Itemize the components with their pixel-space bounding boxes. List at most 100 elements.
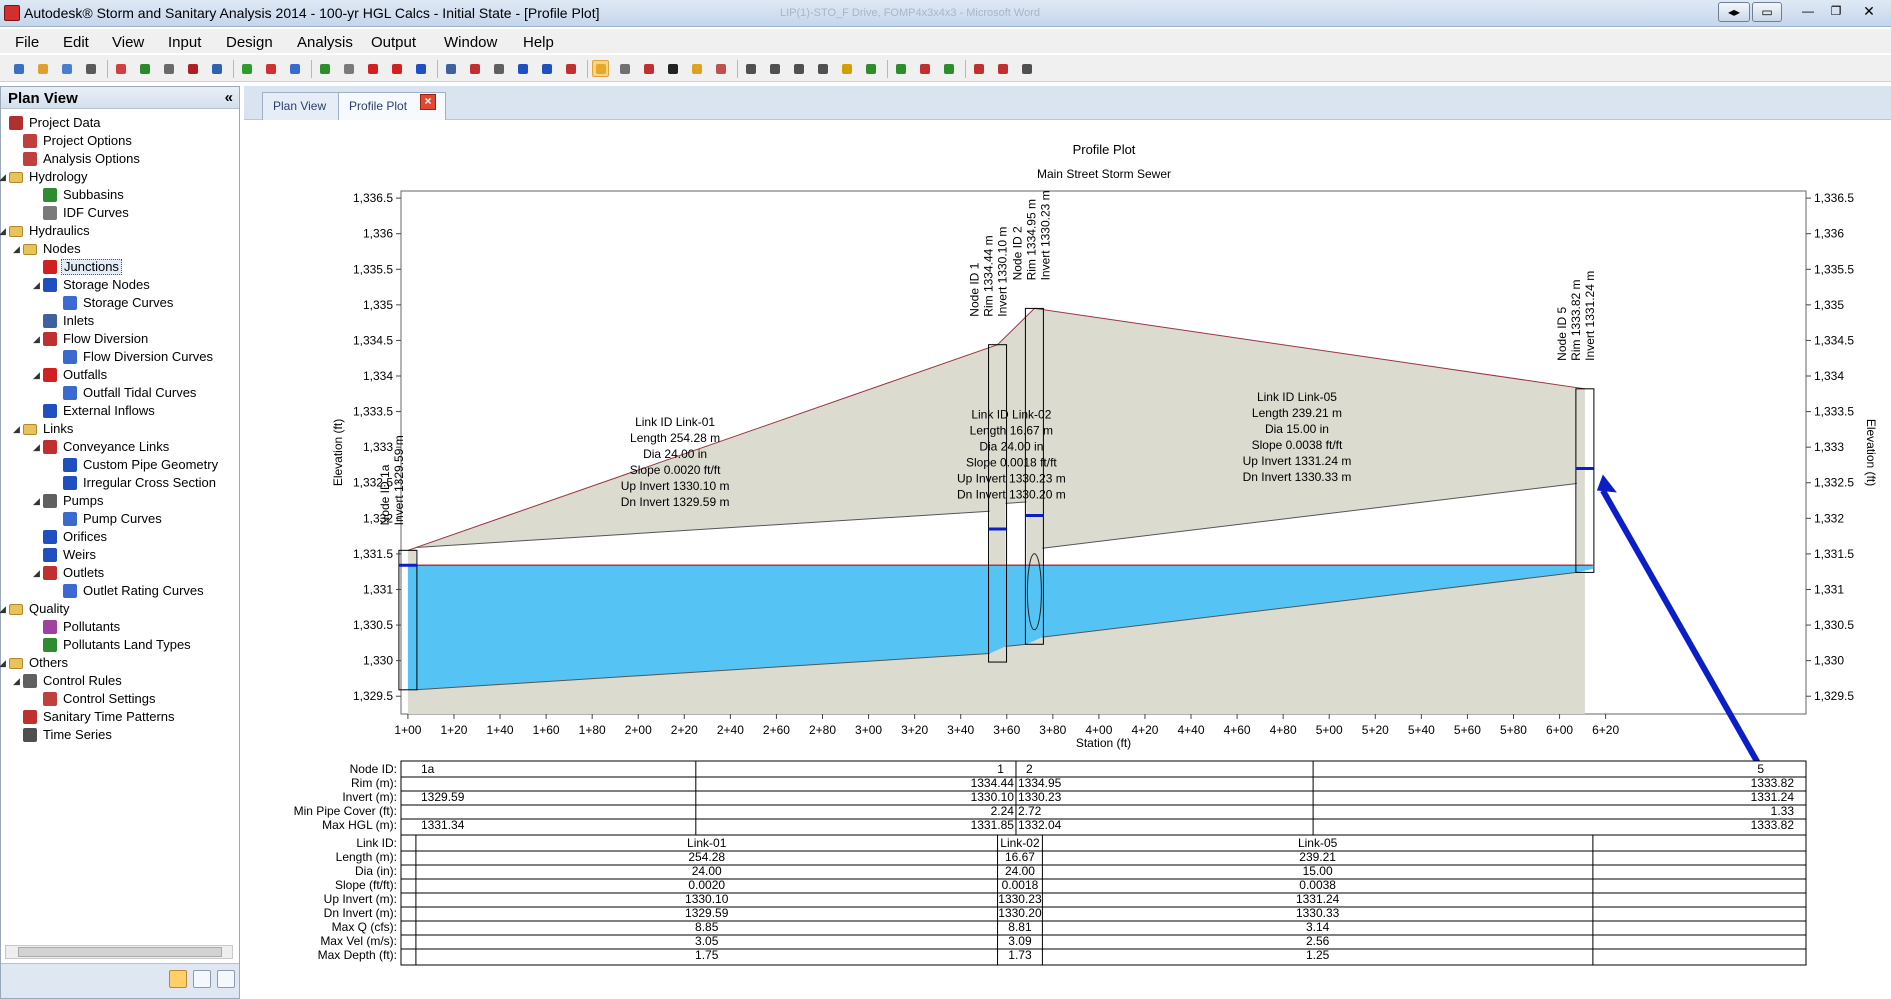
weir-icon[interactable] [538,60,555,77]
menu-window[interactable]: Window [444,34,497,51]
tree-item-inlets[interactable]: Inlets [1,313,237,329]
expand-toggle-icon[interactable]: ◢ [33,367,40,383]
expand-toggle-icon[interactable]: ◢ [13,241,20,257]
tree-item-analysis-options[interactable]: Analysis Options [1,151,237,167]
tree-item-hydraulics[interactable]: ◢ Hydraulics [0,223,237,239]
expand-toggle-icon[interactable]: ◢ [0,223,6,239]
horizontal-scrollbar[interactable] [5,945,233,959]
tree-item-links[interactable]: ◢ Links [1,421,237,437]
expand-toggle-icon[interactable]: ◢ [13,421,20,437]
expand-toggle-icon[interactable]: ◢ [0,601,6,617]
tree-item-external-inflows[interactable]: External Inflows [1,403,237,419]
pan-hand-icon[interactable] [814,60,831,77]
excel-icon[interactable] [940,60,957,77]
pencil-icon[interactable] [688,60,705,77]
expand-toggle-icon[interactable]: ◢ [0,169,6,185]
tree-item-time-series[interactable]: Time Series [1,727,237,743]
profile-icon[interactable] [994,60,1011,77]
tree-item-hydrology[interactable]: ◢ Hydrology [0,169,237,185]
expand-toggle-icon[interactable]: ◢ [33,331,40,347]
play-icon[interactable] [862,60,879,77]
outlet-icon[interactable] [562,60,579,77]
pipe-icon[interactable] [466,60,483,77]
find-icon[interactable] [208,60,225,77]
calculator-icon[interactable] [112,60,129,77]
pump-icon[interactable] [490,60,507,77]
orifice-icon[interactable] [514,60,531,77]
print-icon[interactable] [82,60,99,77]
tree-item-junctions[interactable]: Junctions [1,259,237,275]
polygon-icon[interactable] [640,60,657,77]
idf-icon[interactable] [340,60,357,77]
tree-item-pollutants-land-types[interactable]: Pollutants Land Types [1,637,237,653]
pdf-icon[interactable] [970,60,987,77]
expand-toggle-icon[interactable]: ◢ [13,673,20,689]
tree-item-irregular-cross-section[interactable]: Irregular Cross Section [1,475,237,491]
tree-item-outfall-tidal-curves[interactable]: Outfall Tidal Curves [1,385,237,401]
tree-item-nodes[interactable]: ◢ Nodes [1,241,237,257]
tree-item-custom-pipe-geometry[interactable]: Custom Pipe Geometry [1,457,237,473]
copy-icon[interactable] [160,60,177,77]
tools-icon[interactable] [616,60,633,77]
tree-item-project-options[interactable]: Project Options [1,133,237,149]
help-icon[interactable] [286,60,303,77]
menu-input[interactable]: Input [168,34,201,51]
tree-item-pollutants[interactable]: Pollutants [1,619,237,635]
tree-item-sanitary-time-patterns[interactable]: Sanitary Time Patterns [1,709,237,725]
tree-item-subbasins[interactable]: Subbasins [1,187,237,203]
options-icon[interactable] [1018,60,1035,77]
restore-arrows-icon[interactable]: ◂▸ [1718,2,1750,22]
zoom-window-icon[interactable] [790,60,807,77]
menu-edit[interactable]: Edit [63,34,89,51]
tree-item-project-data[interactable]: Project Data [1,115,237,131]
tree-item-outlet-rating-curves[interactable]: Outlet Rating Curves [1,583,237,599]
minimize-button[interactable]: — [1796,2,1820,22]
expand-toggle-icon[interactable]: ◢ [33,565,40,581]
subbasin-icon[interactable] [316,60,333,77]
expand-toggle-icon[interactable]: ◢ [0,655,6,671]
new-icon[interactable] [10,60,27,77]
delete-icon[interactable] [184,60,201,77]
tree-item-orifices[interactable]: Orifices [1,529,237,545]
text-icon[interactable] [664,60,681,77]
collapse-panel-button[interactable]: « [225,89,233,106]
report-icon[interactable] [916,60,933,77]
plan-view-toggle-icon[interactable] [169,970,187,988]
tree-item-storage-curves[interactable]: Storage Curves [1,295,237,311]
tree-item-weirs[interactable]: Weirs [1,547,237,563]
junction-icon[interactable] [364,60,381,77]
save-icon[interactable] [58,60,75,77]
step-icon[interactable] [892,60,909,77]
tree-item-outfalls[interactable]: ◢ Outfalls [1,367,237,383]
menu-analysis[interactable]: Analysis [297,34,353,51]
outfall-icon[interactable] [388,60,405,77]
settings-icon[interactable] [217,970,235,988]
expand-toggle-icon[interactable]: ◢ [33,493,40,509]
tree-item-control-rules[interactable]: ◢ Control Rules [1,673,237,689]
tree-item-control-settings[interactable]: Control Settings [1,691,237,707]
tree-item-others[interactable]: ◢ Others [0,655,237,671]
maximize-button[interactable]: ❐ [1824,2,1848,22]
open-icon[interactable] [34,60,51,77]
select-icon[interactable] [592,60,609,77]
close-tab-icon[interactable]: × [420,94,436,110]
cascade-icon[interactable]: ▭ [1752,2,1782,22]
close-window-button[interactable]: ✕ [1856,2,1882,22]
storage-icon[interactable] [412,60,429,77]
run-icon[interactable] [262,60,279,77]
menu-file[interactable]: File [15,34,39,51]
tree-item-conveyance-links[interactable]: ◢ Conveyance Links [1,439,237,455]
tree-item-outlets[interactable]: ◢ Outlets [1,565,237,581]
tree-item-storage-nodes[interactable]: ◢ Storage Nodes [1,277,237,293]
zoom-out-icon[interactable] [766,60,783,77]
menu-design[interactable]: Design [226,34,273,51]
scrollbar-thumb[interactable] [18,947,222,957]
tree-item-quality[interactable]: ◢ Quality [0,601,237,617]
tree-item-pumps[interactable]: ◢ Pumps [1,493,237,509]
inlet-icon[interactable] [442,60,459,77]
measure-icon[interactable] [712,60,729,77]
tree-item-pump-curves[interactable]: Pump Curves [1,511,237,527]
tree-item-idf-curves[interactable]: IDF Curves [1,205,237,221]
layers-icon[interactable] [193,970,211,988]
tree-item-flow-diversion[interactable]: ◢ Flow Diversion [1,331,237,347]
